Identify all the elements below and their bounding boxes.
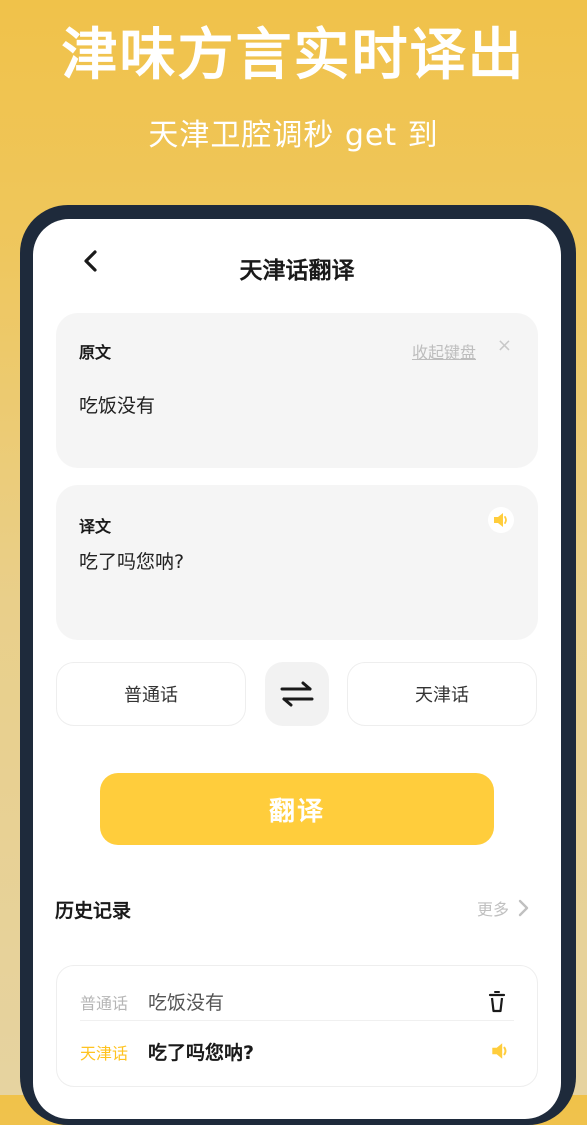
speaker-icon[interactable] <box>489 1040 511 1062</box>
translation-card: 译文 吃了吗您呐? <box>56 485 538 640</box>
divider <box>80 1020 514 1021</box>
app-screen: 天津话翻译 原文 收起键盘 × 吃饭没有 译文 吃了吗您呐? 普通话 天津话 翻 <box>33 219 561 1119</box>
swap-arrows-icon <box>280 681 314 707</box>
page-title: 天津话翻译 <box>239 258 355 284</box>
translation-label: 译文 <box>79 517 112 536</box>
source-label: 原文 <box>79 343 112 362</box>
history-title: 历史记录 <box>55 900 132 922</box>
clear-icon[interactable]: × <box>497 335 512 356</box>
history-target-row: 天津话 吃了吗您呐? <box>57 1026 537 1076</box>
speaker-icon <box>494 513 507 527</box>
history-source-row: 普通话 吃饭没有 <box>57 976 537 1026</box>
source-input[interactable]: 吃饭没有 <box>79 391 155 418</box>
target-language-button[interactable]: 天津话 <box>347 662 537 726</box>
history-target-text: 吃了吗您呐? <box>148 1042 255 1064</box>
target-language-label: 天津话 <box>415 685 469 706</box>
swap-languages-button[interactable] <box>265 662 329 726</box>
play-translation-button[interactable] <box>488 507 514 533</box>
trash-icon[interactable] <box>487 990 507 1014</box>
source-language-button[interactable]: 普通话 <box>56 662 246 726</box>
history-more-label: 更多 <box>476 900 509 919</box>
history-source-lang: 普通话 <box>80 994 129 1013</box>
translate-button[interactable]: 翻译 <box>100 773 494 845</box>
history-target-lang: 天津话 <box>80 1044 129 1063</box>
history-source-text: 吃饭没有 <box>148 992 225 1014</box>
source-language-label: 普通话 <box>124 685 178 706</box>
source-card[interactable]: 原文 收起键盘 × 吃饭没有 <box>56 313 538 468</box>
history-item[interactable]: 普通话 吃饭没有 天津话 吃了吗您呐? <box>56 965 538 1087</box>
promo-subtitle: 天津卫腔调秒 get 到 <box>148 118 439 153</box>
translation-text: 吃了吗您呐? <box>79 551 185 573</box>
collapse-keyboard-link[interactable]: 收起键盘 <box>412 339 476 363</box>
promo-title: 津味方言实时译出 <box>61 23 526 88</box>
chevron-right-icon <box>518 899 529 917</box>
history-more-link[interactable]: 更多 <box>477 896 529 920</box>
